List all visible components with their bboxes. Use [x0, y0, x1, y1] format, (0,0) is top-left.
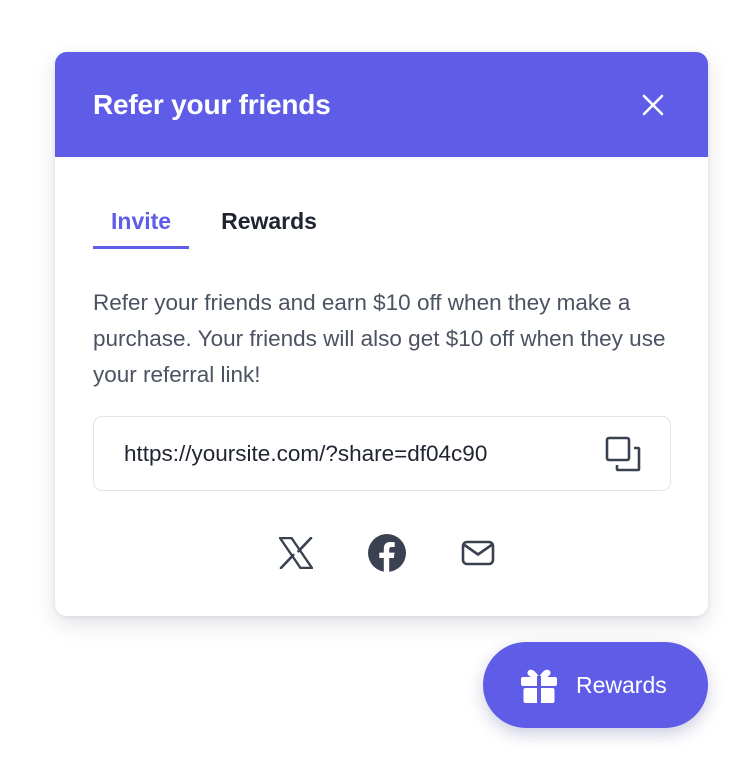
close-button[interactable] — [638, 90, 668, 120]
share-row — [93, 533, 670, 573]
panel-title: Refer your friends — [93, 88, 331, 120]
referral-link-text[interactable]: https://yoursite.com/?share=df04c90 — [124, 441, 487, 467]
facebook-icon — [367, 534, 406, 572]
copy-icon — [605, 436, 641, 471]
mail-icon — [461, 540, 494, 566]
rewards-launcher-button[interactable]: Rewards — [483, 642, 708, 728]
invite-description: Refer your friends and earn $10 off when… — [93, 290, 666, 387]
referral-panel: Refer your friends Invite Rewards Refer … — [55, 52, 708, 616]
close-icon — [642, 94, 664, 115]
referral-link-field[interactable]: https://yoursite.com/?share=df04c90 — [93, 416, 671, 491]
rewards-launcher-label: Rewards — [576, 671, 667, 698]
page: Refer your friends Invite Rewards Refer … — [0, 0, 745, 767]
x-twitter-icon — [278, 537, 313, 569]
share-facebook-button[interactable] — [367, 533, 407, 573]
tab-invite[interactable]: Invite — [93, 205, 190, 249]
share-x-button[interactable] — [276, 533, 316, 573]
share-email-button[interactable] — [458, 533, 498, 573]
tab-bar: Invite Rewards — [93, 205, 670, 249]
gift-icon — [521, 669, 557, 704]
tab-rewards[interactable]: Rewards — [207, 205, 331, 249]
panel-header: Refer your friends — [55, 52, 708, 157]
copy-button[interactable] — [604, 435, 642, 473]
panel-body: Invite Rewards Refer your friends and ea… — [55, 157, 708, 573]
